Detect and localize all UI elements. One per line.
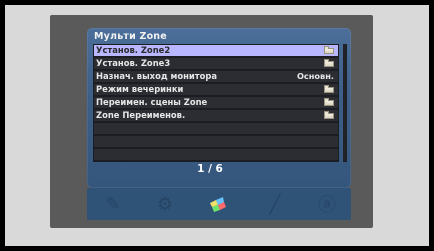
menu-item-zone-scene-rename[interactable]: Переимен. сцены Zone xyxy=(94,97,338,108)
menu-item-label: Установ. Zone2 xyxy=(96,45,171,55)
menu-item-zone-rename[interactable]: Zone Переименов. xyxy=(94,110,338,121)
abc-icon[interactable]: ⓐ xyxy=(315,192,339,216)
menu-item-label: Переимен. сцены Zone xyxy=(96,97,208,107)
multi-zone-panel: Мульти Zone Установ. Zone2 Установ. Zone… xyxy=(87,28,351,188)
menu-scrollbar[interactable] xyxy=(343,44,347,162)
menu-item-empty xyxy=(94,136,338,147)
folder-icon xyxy=(324,59,334,67)
menu-item-empty xyxy=(94,123,338,134)
folder-icon xyxy=(324,85,334,93)
menu-item-monitor-output[interactable]: Назнач. выход монитора Основн. xyxy=(94,71,338,82)
settings-icon[interactable]: ⚙ xyxy=(153,192,177,216)
menu-list: Установ. Zone2 Установ. Zone3 Назнач. вы… xyxy=(93,44,347,162)
menu-item-party-mode[interactable]: Режим вечеринки xyxy=(94,84,338,95)
multi-zone-svg xyxy=(210,197,226,212)
tools-icon[interactable]: ✎ xyxy=(101,192,125,216)
menu-item-label: Режим вечеринки xyxy=(96,84,184,94)
wrench-icon[interactable]: ╱ xyxy=(263,192,287,216)
folder-icon xyxy=(324,46,334,54)
menu-item-label: Установ. Zone3 xyxy=(96,58,171,68)
menu-item-empty xyxy=(94,149,338,160)
bottom-icon-bar: ✎ ⚙ ╱ ⓐ xyxy=(87,188,351,220)
panel-title: Мульти Zone xyxy=(94,31,167,42)
scroll-thumb[interactable] xyxy=(343,44,347,162)
menu-item-label: Назнач. выход монитора xyxy=(96,71,218,81)
page-indicator: 1 / 6 xyxy=(197,163,223,175)
menu-item-zone2-setup[interactable]: Установ. Zone2 xyxy=(94,45,338,56)
folder-icon xyxy=(324,111,334,119)
menu-item-zone3-setup[interactable]: Установ. Zone3 xyxy=(94,58,338,69)
multi-zone-icon[interactable] xyxy=(207,192,231,216)
menu-item-label: Zone Переименов. xyxy=(96,110,186,120)
folder-icon xyxy=(324,98,334,106)
menu-item-value: Основн. xyxy=(296,71,334,81)
